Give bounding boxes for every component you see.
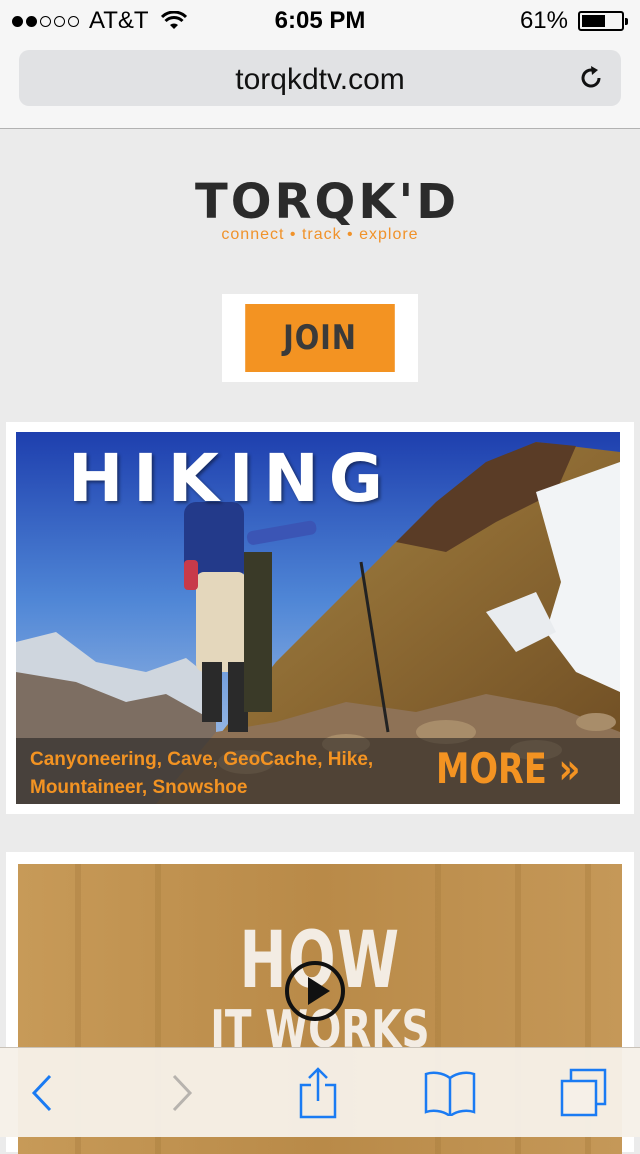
play-icon[interactable]: [284, 960, 346, 1022]
address-bar[interactable]: torqkdtv.com: [19, 50, 621, 106]
more-link[interactable]: MORE »: [436, 744, 580, 793]
back-icon: [31, 1074, 52, 1111]
share-button[interactable]: [278, 1048, 358, 1137]
activity-list: Canyoneering, Cave, GeoCache, Hike, Moun…: [30, 749, 374, 798]
browser-header: torqkdtv.com: [0, 40, 640, 129]
status-right: 61%: [519, 7, 628, 35]
bookmarks-button[interactable]: [410, 1048, 490, 1137]
battery-percent: 61%: [519, 7, 568, 34]
battery-fill: [582, 15, 606, 27]
back-button[interactable]: [2, 1048, 82, 1137]
forward-icon: [172, 1074, 193, 1111]
caption-band: Canyoneering, Cave, GeoCache, Hike, Moun…: [16, 738, 620, 804]
reload-icon[interactable]: [577, 64, 605, 92]
torqkd-logo[interactable]: TORQK'D connect • track • explore: [195, 174, 460, 244]
hiking-image[interactable]: HIKING Canyoneering, Cave, GeoCache, Hik…: [16, 432, 620, 804]
battery-icon: [578, 11, 628, 31]
tabs-icon: [560, 1068, 607, 1116]
hiking-card[interactable]: HIKING Canyoneering, Cave, GeoCache, Hik…: [6, 422, 634, 814]
status-bar: AT&T 6:05 PM 61%: [0, 0, 640, 40]
logo-wordmark: TORQK'D: [195, 174, 460, 230]
share-icon: [299, 1066, 337, 1118]
forward-button[interactable]: [142, 1048, 222, 1137]
browser-toolbar: [0, 1047, 640, 1137]
join-button-frame: JOIN: [222, 294, 418, 382]
bookmarks-icon: [424, 1071, 476, 1116]
join-button[interactable]: JOIN: [245, 304, 395, 372]
url-text[interactable]: torqkdtv.com: [19, 63, 621, 97]
hiking-title: HIKING: [68, 440, 393, 517]
logo-tagline: connect • track • explore: [221, 226, 419, 243]
tabs-button[interactable]: [544, 1048, 624, 1137]
